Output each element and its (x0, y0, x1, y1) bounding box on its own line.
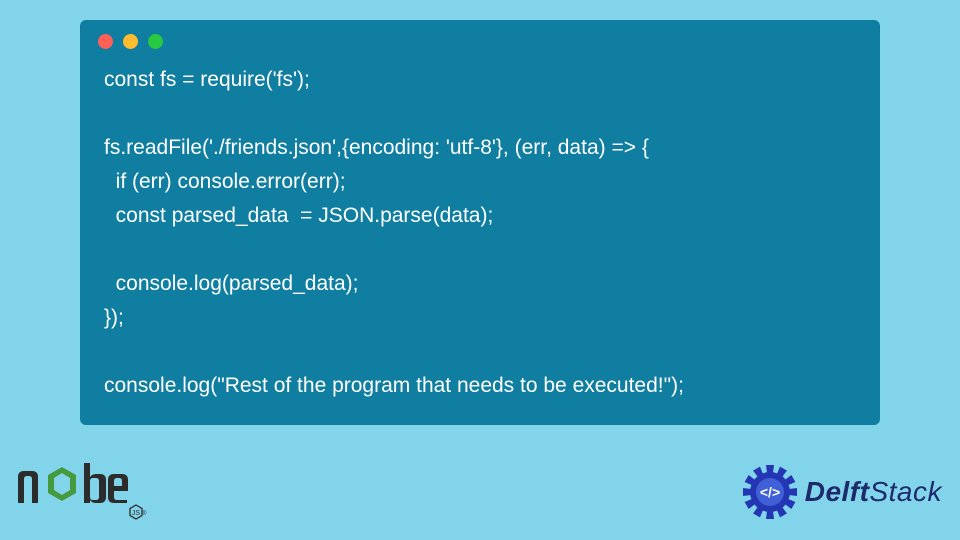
svg-text:JS: JS (132, 510, 141, 517)
delftstack-text: DelftStack (805, 476, 942, 508)
svg-text:®: ® (142, 510, 147, 517)
footer-bar: JS ® (0, 450, 960, 540)
delftstack-gear-icon: </> (741, 463, 799, 521)
window-titlebar (80, 20, 880, 59)
svg-text:</>: </> (760, 484, 780, 500)
code-block: const fs = require('fs'); fs.readFile('.… (80, 59, 880, 411)
delftstack-logo: </> DelftStack (741, 463, 942, 521)
node-logo-icon: JS ® (12, 453, 182, 531)
maximize-icon (148, 34, 163, 49)
code-window: const fs = require('fs'); fs.readFile('.… (80, 20, 880, 425)
node-logo: JS ® (12, 453, 182, 531)
stack-light: Stack (869, 476, 942, 507)
delft-bold: Delft (805, 476, 870, 507)
minimize-icon (123, 34, 138, 49)
close-icon (98, 34, 113, 49)
